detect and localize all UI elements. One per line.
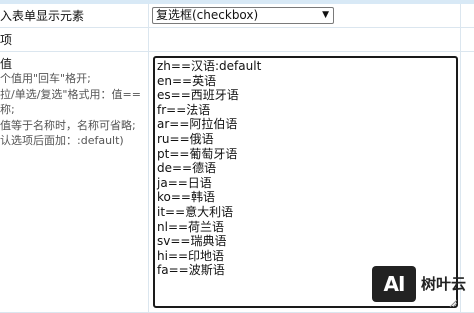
row-second (0, 28, 474, 52)
chevron-down-icon: ▼ (322, 10, 329, 20)
option-line: en==英语 (157, 73, 217, 88)
watermark-logo: AI (372, 266, 416, 302)
option-line: hi==印地语 (157, 248, 225, 263)
option-line: nl==荷兰语 (157, 219, 225, 234)
option-line: es==西班牙语 (157, 88, 239, 103)
hint-line: 称; (0, 103, 15, 116)
hint-line: 值等于名称时，名称可省略; (0, 118, 136, 132)
hint-line: 个值用"回车"格开; (0, 72, 91, 85)
options-hint: 个值用"回车"格开; 拉/单选/复选"格式用：值== 称; 值等于名称时，名称可… (0, 71, 141, 149)
hint-line: 认选项后面加：:default) (0, 134, 124, 147)
form-table: 入表单显示元素 复选框(checkbox) ▼ 项 值 个值用"回车"格开; 拉… (0, 0, 474, 313)
option-line: ru==俄语 (157, 131, 214, 146)
option-line: ko==韩语 (157, 190, 215, 205)
display-element-select[interactable]: 复选框(checkbox) ▼ (152, 7, 334, 24)
option-line: pt==葡萄牙语 (157, 146, 238, 161)
option-line: ar==阿拉伯语 (157, 117, 238, 132)
hint-line: 拉/单选/复选"格式用：值== (0, 87, 141, 101)
watermark: AI 树叶云 (372, 266, 472, 304)
option-line: de==德语 (157, 161, 217, 176)
watermark-text: 树叶云 (421, 275, 467, 293)
display-element-label: 入表单显示元素 (0, 9, 85, 23)
display-element-select-value: 复选框(checkbox) (156, 8, 259, 22)
option-line: fr==法语 (157, 102, 211, 117)
option-line: sv==瑞典语 (157, 234, 227, 249)
second-row-label: 项 (0, 33, 13, 47)
option-line: zh==汉语:default (157, 59, 262, 73)
column-divider (148, 4, 149, 313)
option-line: ja==日语 (157, 175, 212, 190)
options-label: 值 (0, 57, 13, 71)
option-line: it==意大利语 (157, 204, 234, 219)
